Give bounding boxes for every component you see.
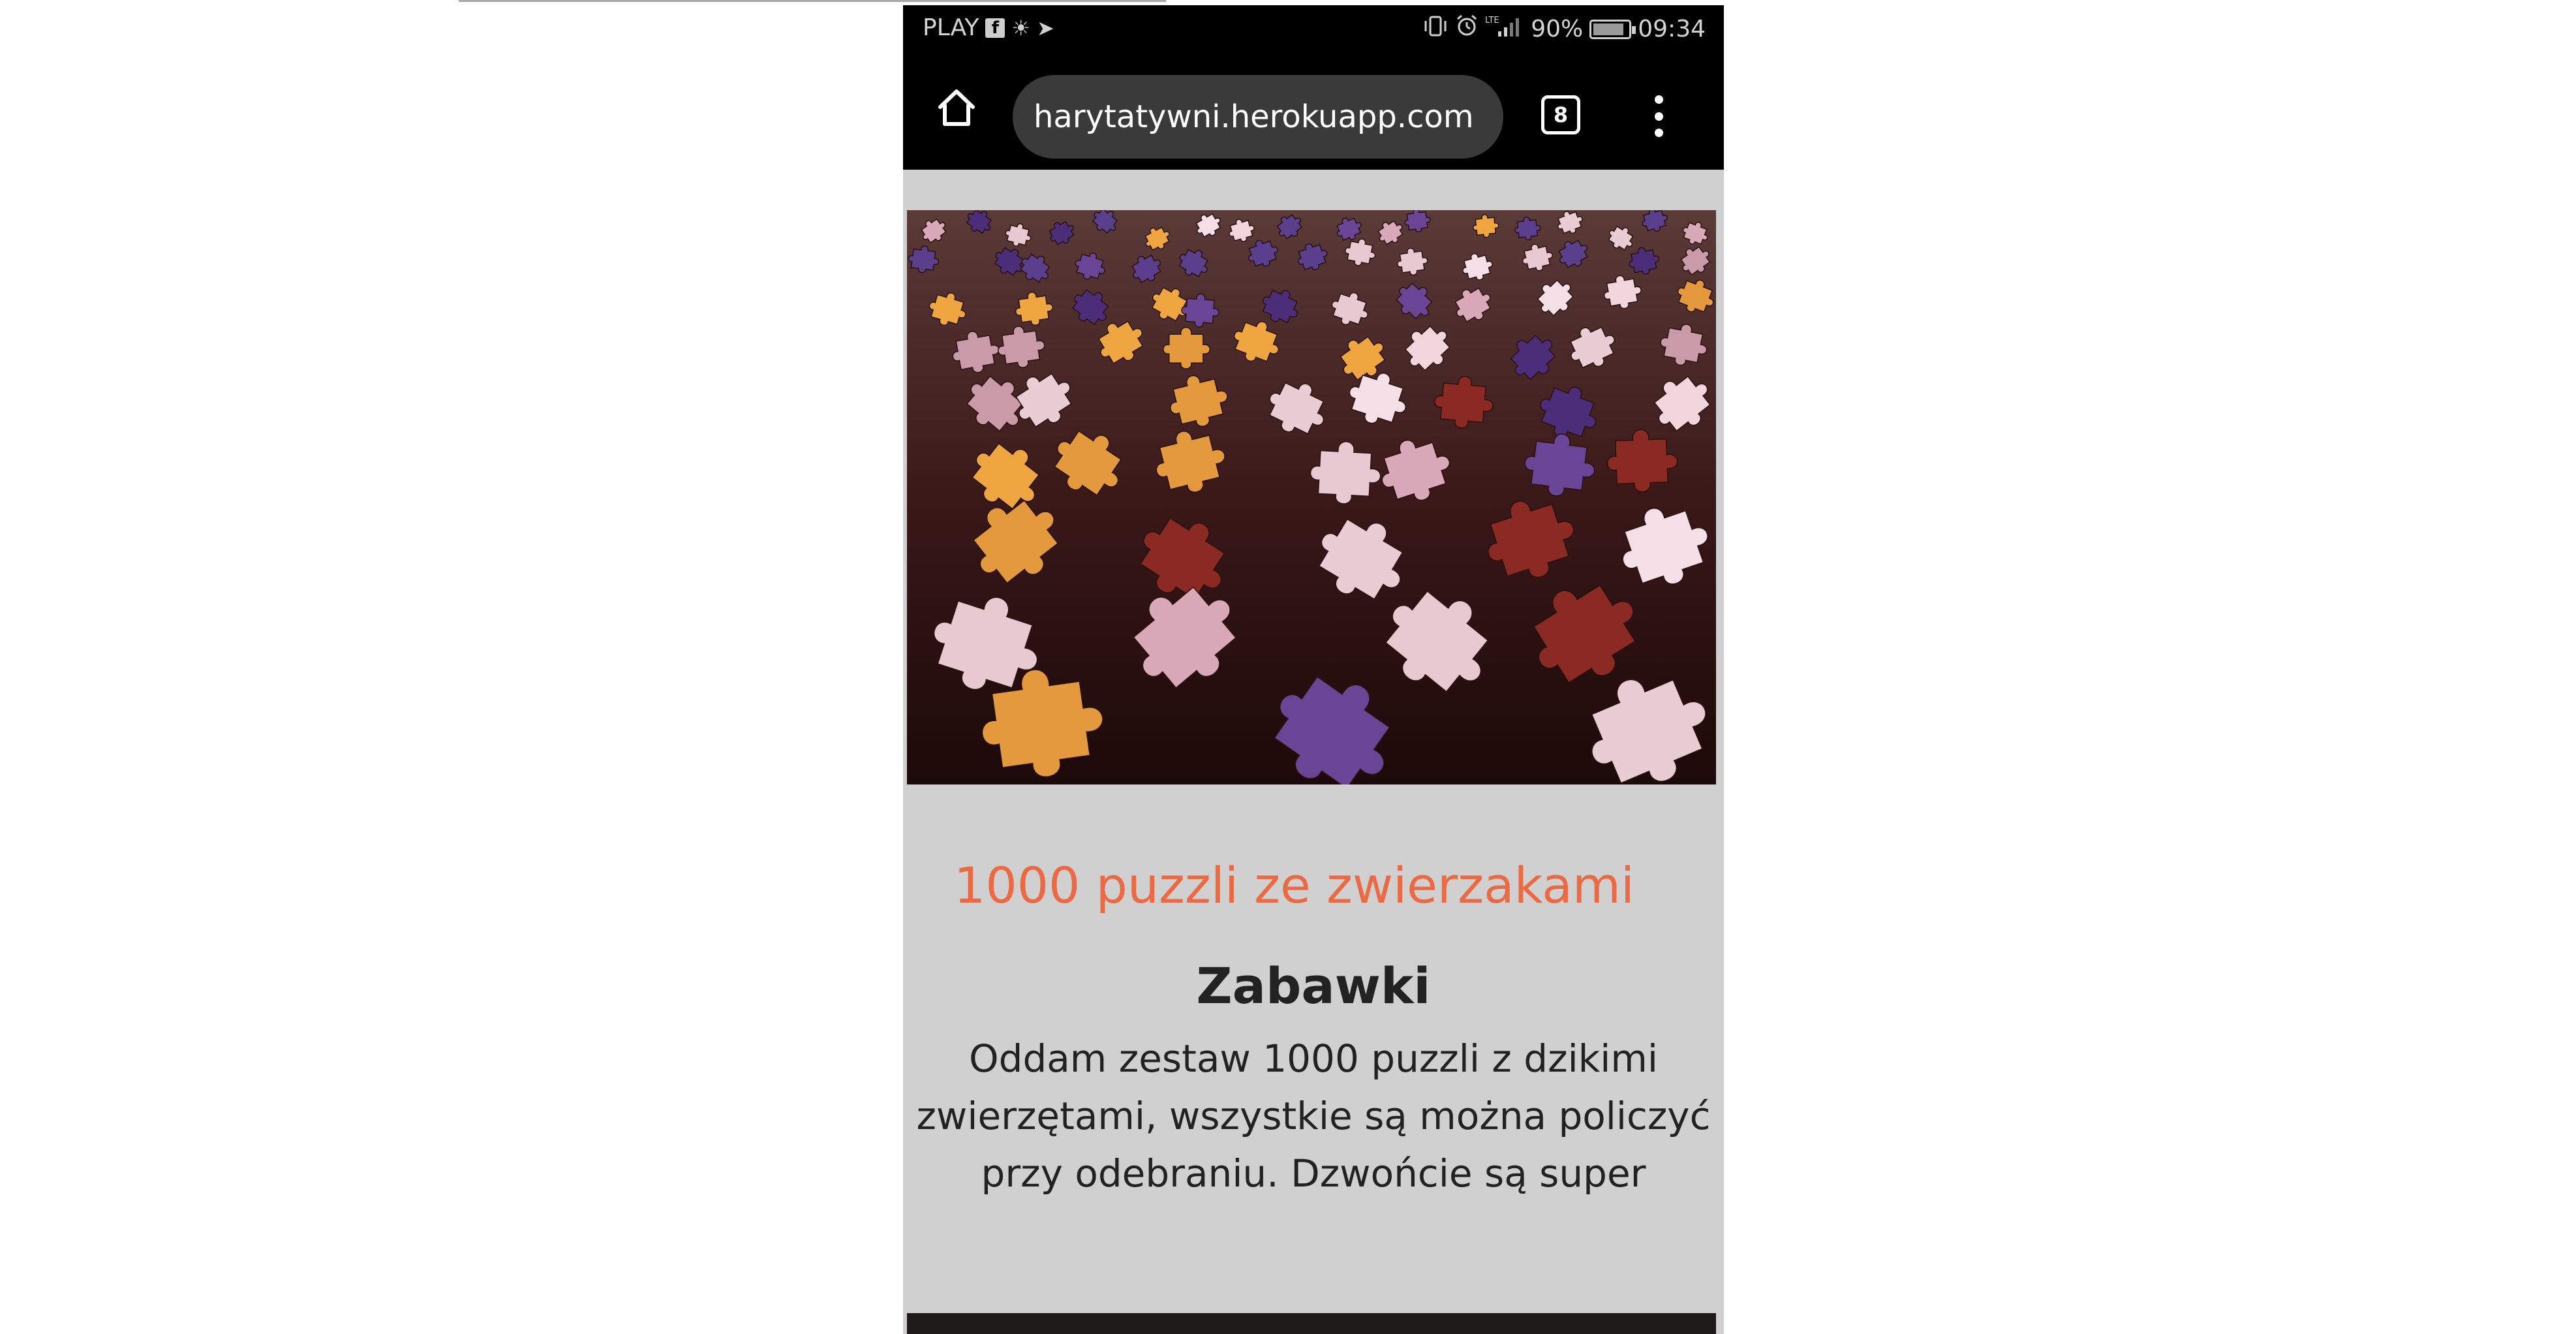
lte-label: LTE xyxy=(1485,16,1499,25)
battery-percent: 90% xyxy=(1531,16,1584,42)
facebook-icon: f xyxy=(985,18,1005,38)
send-icon: ➤ xyxy=(1037,15,1054,40)
listing-image[interactable] xyxy=(907,210,1716,784)
listing-title[interactable]: 1000 puzzli ze zwierzakami xyxy=(954,856,1634,914)
alarm-icon xyxy=(1455,14,1479,44)
carrier-label: PLAY xyxy=(923,14,979,41)
home-button[interactable] xyxy=(930,82,983,134)
page-content: 1000 puzzli ze zwierzakami Zabawki Oddam… xyxy=(903,170,1724,1334)
battery-icon xyxy=(1589,19,1636,39)
more-vert-icon[interactable] xyxy=(1646,90,1672,142)
battery-fill xyxy=(1593,23,1624,35)
status-bar-left: PLAY f ☀ ➤ xyxy=(923,14,1054,41)
listing-category: Zabawki xyxy=(1196,957,1431,1015)
phone-screen: PLAY f ☀ ➤ LTE 90% 09:34 harytatywni.her… xyxy=(903,5,1724,1334)
status-bar-right: LTE 90% 09:34 xyxy=(1422,14,1706,44)
clock: 09:34 xyxy=(1638,16,1706,42)
home-icon xyxy=(938,89,975,126)
brightness-icon: ☀ xyxy=(1011,15,1031,40)
url-bar[interactable]: harytatywni.herokuapp.com xyxy=(1013,75,1503,159)
lte-signal-icon: LTE xyxy=(1485,14,1524,44)
tab-switcher-button[interactable]: 8 xyxy=(1541,95,1580,134)
browser-toolbar: harytatywni.herokuapp.com 8 xyxy=(903,52,1724,170)
listing-description: Oddam zestaw 1000 puzzli z dzikimi zwier… xyxy=(916,1036,1711,1196)
vibrate-icon xyxy=(1422,15,1449,43)
next-listing-image[interactable] xyxy=(907,1313,1716,1334)
status-bar: PLAY f ☀ ➤ LTE 90% 09:34 xyxy=(903,5,1724,52)
top-divider-line xyxy=(459,0,1166,2)
